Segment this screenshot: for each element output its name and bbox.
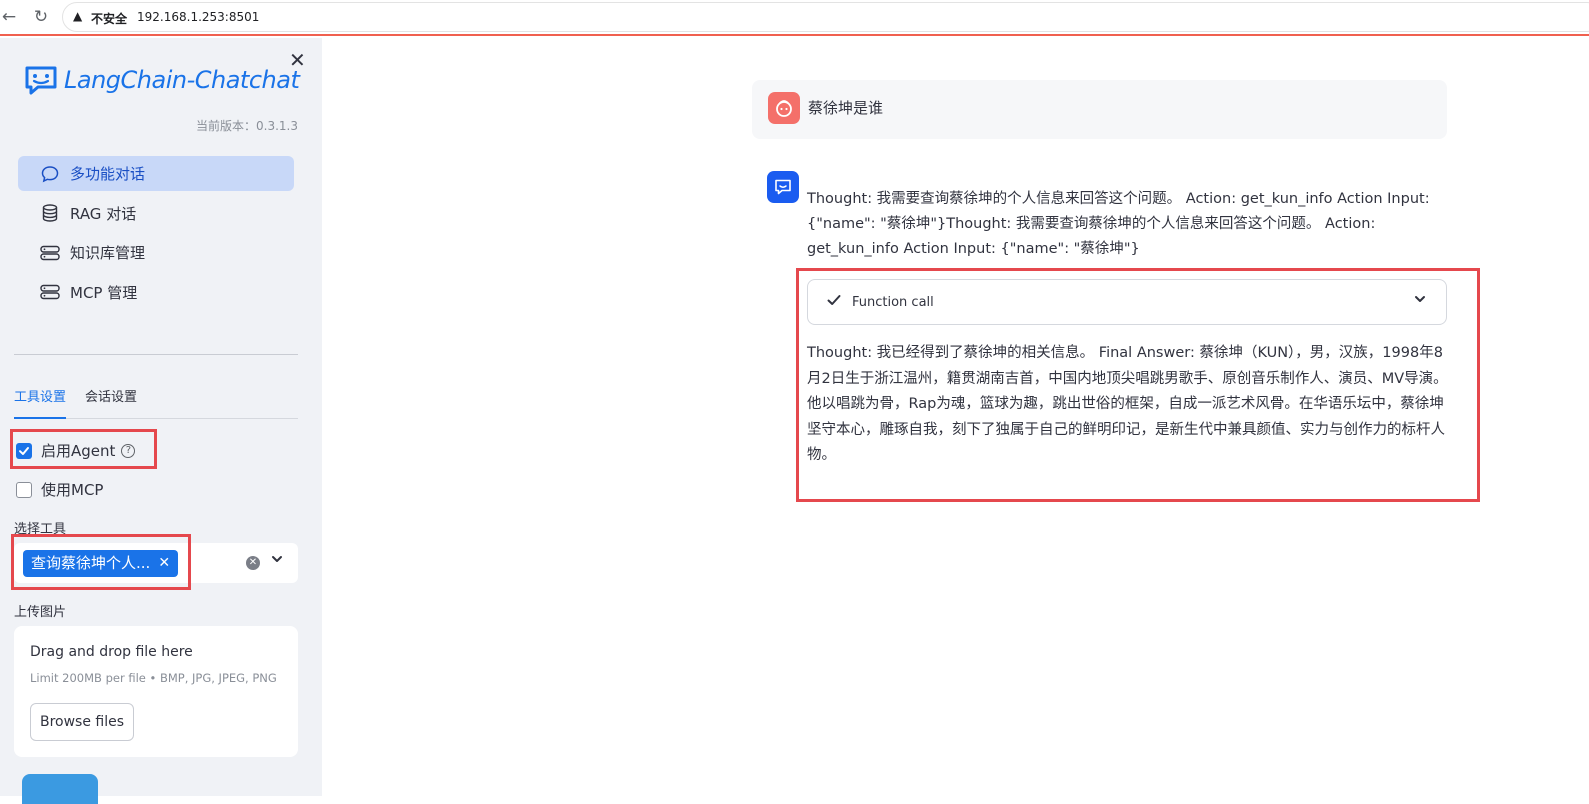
checkbox-checked-icon[interactable] (16, 442, 32, 459)
use-mcp-checkbox[interactable]: 使用MCP (16, 479, 103, 500)
insecure-label: 不安全 (91, 12, 128, 26)
menu-item-label: MCP 管理 (70, 283, 138, 302)
enable-agent-checkbox[interactable]: 启用Agent ? (16, 440, 136, 461)
chevron-down-icon[interactable] (271, 553, 283, 569)
dropzone-title: Drag and drop file here (30, 644, 193, 660)
logo-text: LangChain-Chatchat (64, 66, 300, 94)
menu-item-rag-chat[interactable]: RAG 对话 (18, 196, 294, 231)
function-call-expander[interactable]: Function call (807, 279, 1447, 325)
bot-chat-icon (775, 179, 791, 195)
assistant-thought-text: Thought: 我需要查询蔡徐坤的个人信息来回答这个问题。 Action: g… (807, 191, 1430, 257)
sidebar-divider (14, 354, 298, 355)
tab-tool-settings[interactable]: 工具设置 (14, 388, 67, 419)
clear-selection-icon[interactable]: ✕ (246, 556, 260, 570)
reload-icon[interactable]: ↻ (30, 6, 52, 28)
browser-toolbar: ← ↻ ▲ 不安全 192.168.1.253:8501 (0, 0, 1589, 36)
file-dropzone[interactable]: Drag and drop file here Limit 200MB per … (14, 626, 298, 757)
function-call-label: Function call (852, 295, 934, 310)
sidebar-bottom-button[interactable] (22, 774, 98, 804)
user-message: 蔡徐坤是谁 (752, 80, 1447, 139)
nav-menu: 多功能对话 RAG 对话 知识库管理 MCP 管理 (18, 156, 294, 314)
server-icon (40, 283, 60, 301)
user-message-text: 蔡徐坤是谁 (808, 99, 884, 117)
version-label: 当前版本：0.3.1.3 (196, 119, 298, 133)
dropzone-limit: Limit 200MB per file • BMP, JPG, JPEG, P… (30, 671, 277, 685)
menu-item-label: RAG 对话 (70, 204, 137, 223)
menu-item-label: 知识库管理 (70, 244, 146, 262)
browse-files-button[interactable]: Browse files (30, 703, 134, 741)
menu-item-mcp-manage[interactable]: MCP 管理 (18, 275, 294, 310)
help-icon[interactable]: ? (121, 443, 136, 458)
tab-session-settings[interactable]: 会话设置 (85, 388, 137, 419)
user-face-icon (776, 100, 792, 117)
database-icon (40, 204, 60, 222)
address-bar[interactable]: ▲ 不安全 192.168.1.253:8501 (62, 2, 1589, 32)
menu-item-label: 多功能对话 (70, 165, 146, 183)
url-text[interactable]: 192.168.1.253:8501 (137, 10, 259, 24)
chat-bubble-icon (40, 165, 60, 183)
chevron-down-icon[interactable] (1414, 293, 1426, 309)
settings-tabs: 工具设置 会话设置 (14, 388, 298, 419)
highlight-box-tools (11, 534, 191, 590)
menu-item-multi-chat[interactable]: 多功能对话 (18, 156, 294, 191)
app-logo: LangChain-Chatchat (24, 62, 300, 98)
check-icon (826, 292, 842, 312)
use-mcp-label: 使用MCP (41, 481, 104, 499)
enable-agent-label: 启用Agent (41, 442, 116, 460)
user-avatar (768, 92, 800, 124)
server-icon (40, 244, 60, 262)
assistant-final-answer: Thought: 我已经得到了蔡徐坤的相关信息。 Final Answer: 蔡… (807, 345, 1448, 463)
chat-logo-icon (25, 66, 57, 95)
assistant-avatar (767, 171, 799, 203)
upload-image-label: 上传图片 (14, 605, 67, 620)
menu-item-kb-manage[interactable]: 知识库管理 (18, 235, 294, 270)
warning-icon: ▲ (73, 9, 83, 23)
back-arrow-icon[interactable]: ← (0, 6, 20, 28)
sidebar: ✕ LangChain-Chatchat 当前版本：0.3.1.3 多功能对话 … (0, 38, 322, 804)
checkbox-unchecked-icon[interactable] (16, 481, 32, 498)
